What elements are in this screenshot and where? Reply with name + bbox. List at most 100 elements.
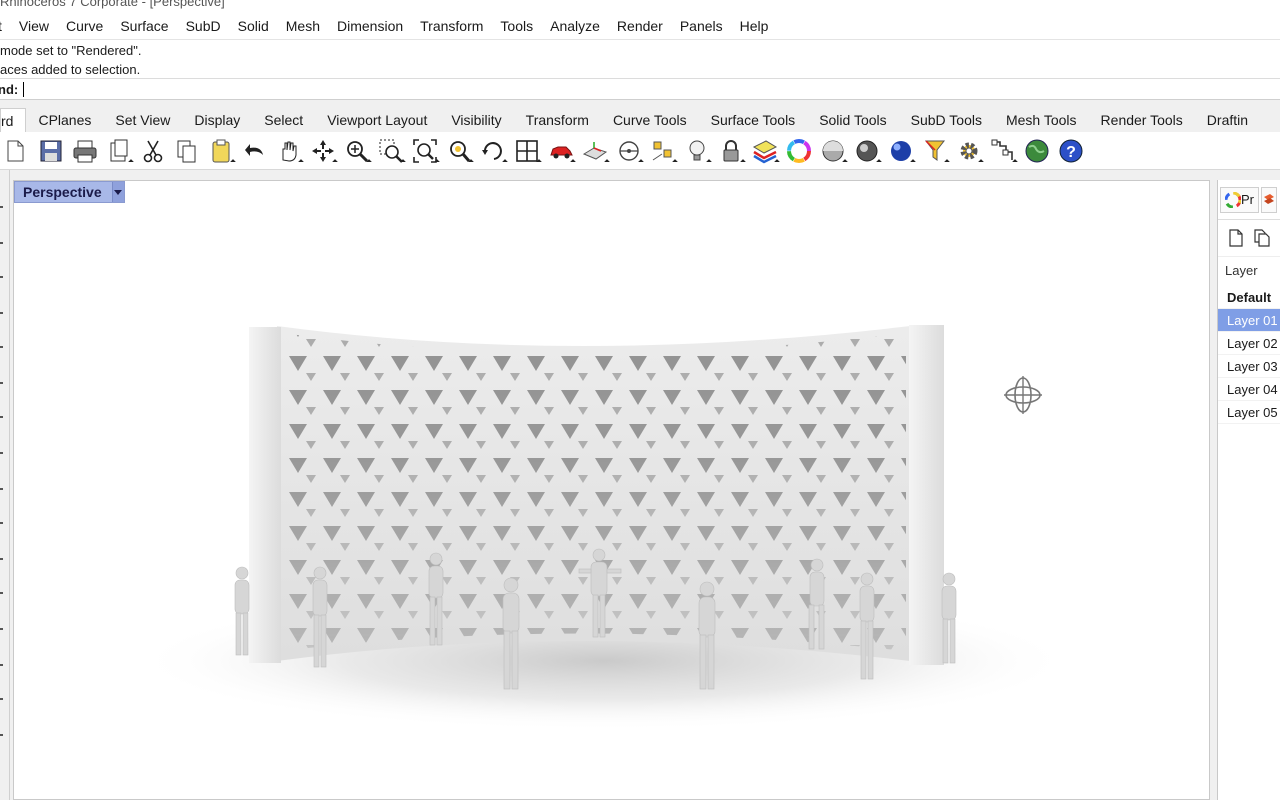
flyout-arrow-icon xyxy=(672,158,678,165)
layers-tab[interactable] xyxy=(1261,186,1277,213)
layer-list: Default Layer 01 Layer 02 Layer 03 Layer 04 L… xyxy=(1218,286,1280,424)
flyout-arrow-icon xyxy=(740,158,746,165)
command-line[interactable]: nd: xyxy=(0,78,1280,100)
flyout-arrow-icon xyxy=(706,158,712,165)
tab-viewport-layout[interactable]: Viewport Layout xyxy=(315,108,439,132)
layer-row[interactable]: Layer 02 xyxy=(1218,332,1280,355)
dimension-button[interactable] xyxy=(612,134,646,168)
tab-visibility[interactable]: Visibility xyxy=(439,108,513,132)
menu-dimension[interactable]: Dimension xyxy=(337,18,403,34)
tab-draftin[interactable]: Draftin xyxy=(1195,108,1260,132)
rendered-sphere-button[interactable] xyxy=(850,134,884,168)
tab-surface-tools[interactable]: Surface Tools xyxy=(699,108,808,132)
zoom-selected-icon xyxy=(450,140,471,162)
copy-to-clipboard-icon xyxy=(110,139,128,161)
menu-tools[interactable]: Tools xyxy=(500,18,533,34)
standard-toolbar: ? xyxy=(0,132,1280,170)
copy-to-clipboard-button[interactable] xyxy=(102,134,136,168)
cplane-icon xyxy=(582,141,608,160)
flyout-arrow-icon xyxy=(230,158,236,165)
layer-row[interactable]: Layer 01 xyxy=(1218,309,1280,332)
flyout-arrow-icon xyxy=(298,158,304,165)
layer-row[interactable]: Layer 04 xyxy=(1218,378,1280,401)
tab-rd[interactable]: rd xyxy=(0,108,27,132)
color-wheel-icon xyxy=(787,138,811,163)
flyout-arrow-icon xyxy=(1012,158,1018,165)
print-icon xyxy=(73,140,97,162)
perspective-viewport[interactable]: Perspective xyxy=(13,180,1210,800)
rotate-view-button[interactable] xyxy=(306,134,340,168)
pan-icon xyxy=(282,141,297,162)
paste-button[interactable] xyxy=(204,134,238,168)
menu-help[interactable]: Help xyxy=(740,18,769,34)
menu-view[interactable]: View xyxy=(19,18,49,34)
material-sphere-button[interactable] xyxy=(884,134,918,168)
menu-subd[interactable]: SubD xyxy=(186,18,221,34)
cplane-button[interactable] xyxy=(578,134,612,168)
viewport-menu-arrow-icon[interactable] xyxy=(111,182,124,202)
new-button[interactable] xyxy=(0,134,34,168)
menu-surface[interactable]: Surface xyxy=(120,18,168,34)
flyout-arrow-icon xyxy=(502,158,508,165)
tab-subd-tools[interactable]: SubD Tools xyxy=(899,108,994,132)
menu-solid[interactable]: Solid xyxy=(238,18,269,34)
tab-mesh-tools[interactable]: Mesh Tools xyxy=(994,108,1089,132)
left-toolbar[interactable] xyxy=(0,170,10,800)
cut-button[interactable] xyxy=(136,134,170,168)
gumball-widget-icon[interactable] xyxy=(1003,375,1043,415)
tab-set-view[interactable]: Set View xyxy=(103,108,182,132)
car-button[interactable] xyxy=(544,134,578,168)
menu-analyze[interactable]: Analyze xyxy=(550,18,600,34)
menu-mesh[interactable]: Mesh xyxy=(286,18,320,34)
tab-cplanes[interactable]: CPlanes xyxy=(26,108,103,132)
shaded-sphere-button[interactable] xyxy=(816,134,850,168)
grasshopper-button[interactable] xyxy=(986,134,1020,168)
zoom-extents-button[interactable] xyxy=(408,134,442,168)
viewport-title-tab[interactable]: Perspective xyxy=(14,181,125,203)
layer-row[interactable]: Layer 05 xyxy=(1218,401,1280,424)
tab-curve-tools[interactable]: Curve Tools xyxy=(601,108,699,132)
rotate-button[interactable] xyxy=(476,134,510,168)
help-button[interactable]: ? xyxy=(1054,134,1088,168)
light-bulb-button[interactable] xyxy=(680,134,714,168)
menu-render[interactable]: Render xyxy=(617,18,663,34)
save-button[interactable] xyxy=(34,134,68,168)
globe-button[interactable] xyxy=(1020,134,1054,168)
layer-row[interactable]: Layer 03 xyxy=(1218,355,1280,378)
menu-transform[interactable]: Transform xyxy=(420,18,483,34)
tab-select[interactable]: Select xyxy=(252,108,315,132)
menu-curve[interactable]: Curve xyxy=(66,18,103,34)
new-sublayer-icon[interactable] xyxy=(1254,229,1270,247)
options-gear-button[interactable] xyxy=(952,134,986,168)
zoom-selected-button[interactable] xyxy=(442,134,476,168)
color-wheel-button[interactable] xyxy=(782,134,816,168)
tab-transform[interactable]: Transform xyxy=(514,108,601,132)
rendered-scene xyxy=(134,325,1074,731)
selection-filter-button[interactable] xyxy=(918,134,952,168)
tab-render-tools[interactable]: Render Tools xyxy=(1089,108,1195,132)
properties-tab[interactable]: Pr xyxy=(1220,186,1259,213)
menu-panels[interactable]: Panels xyxy=(680,18,723,34)
lock-button[interactable] xyxy=(714,134,748,168)
flyout-arrow-icon xyxy=(366,158,372,165)
layer-icon xyxy=(752,139,778,163)
menu-edit[interactable]: t xyxy=(0,18,2,34)
tab-solid-tools[interactable]: Solid Tools xyxy=(807,108,898,132)
pan-button[interactable] xyxy=(272,134,306,168)
points-button[interactable] xyxy=(646,134,680,168)
zoom-window-button[interactable] xyxy=(374,134,408,168)
command-input[interactable] xyxy=(24,80,1280,98)
tab-display[interactable]: Display xyxy=(182,108,252,132)
copy-button[interactable] xyxy=(170,134,204,168)
new-layer-icon[interactable] xyxy=(1228,229,1244,247)
material-sphere-icon xyxy=(891,140,911,161)
layers-panel: Pr Layer Default Layer 01 Layer 02 Layer 03… xyxy=(1217,180,1280,800)
light-bulb-icon xyxy=(689,140,705,160)
four-viewports-button[interactable] xyxy=(510,134,544,168)
undo-button[interactable] xyxy=(238,134,272,168)
print-button[interactable] xyxy=(68,134,102,168)
layer-row[interactable]: Default xyxy=(1218,286,1280,309)
zoom-button[interactable] xyxy=(340,134,374,168)
flyout-arrow-icon xyxy=(434,158,440,165)
layer-button[interactable] xyxy=(748,134,782,168)
